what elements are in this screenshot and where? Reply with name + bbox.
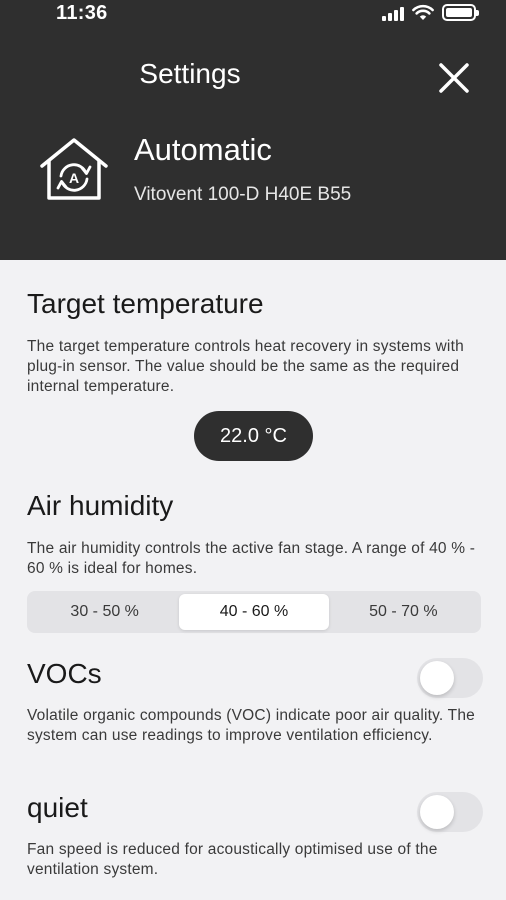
target-temperature-button[interactable]: 22.0 °C [194, 411, 313, 461]
air-humidity-description: The air humidity controls the active fan… [27, 540, 476, 577]
device-name: Vitovent 100-D H40E B55 [134, 184, 352, 205]
quiet-description: Fan speed is reduced for acoustically op… [27, 841, 438, 878]
automatic-mode-icon: A [40, 138, 108, 200]
page-title: Settings [139, 58, 241, 89]
target-temperature-title: Target temperature [27, 288, 264, 319]
target-temperature-description: The target temperature controls heat rec… [27, 338, 464, 395]
humidity-range-selector: 30 - 50 % 40 - 60 % 50 - 70 % [27, 591, 481, 633]
wifi-icon [412, 4, 434, 20]
humidity-option-50-70[interactable]: 50 - 70 % [329, 594, 478, 630]
mode-title: Automatic [134, 132, 272, 167]
close-icon[interactable] [432, 56, 476, 100]
quiet-title: quiet [27, 792, 88, 823]
toggle-knob [420, 661, 454, 695]
humidity-option-30-50[interactable]: 30 - 50 % [30, 594, 179, 630]
status-time: 11:36 [56, 2, 108, 24]
battery-icon [442, 4, 479, 21]
status-icons [382, 4, 479, 21]
humidity-option-40-60[interactable]: 40 - 60 % [179, 594, 329, 630]
toggle-knob [420, 795, 454, 829]
vocs-title: VOCs [27, 658, 102, 689]
mode-icon-letter: A [69, 170, 79, 186]
settings-header: 11:36 Settings A Automatic Vitovent 100-… [0, 0, 506, 260]
air-humidity-title: Air humidity [27, 490, 174, 521]
status-bar: 11:36 [0, 0, 506, 28]
vocs-description: Volatile organic compounds (VOC) indicat… [27, 707, 475, 744]
vocs-toggle[interactable] [417, 658, 483, 698]
cellular-signal-icon [382, 5, 404, 21]
quiet-toggle[interactable] [417, 792, 483, 832]
